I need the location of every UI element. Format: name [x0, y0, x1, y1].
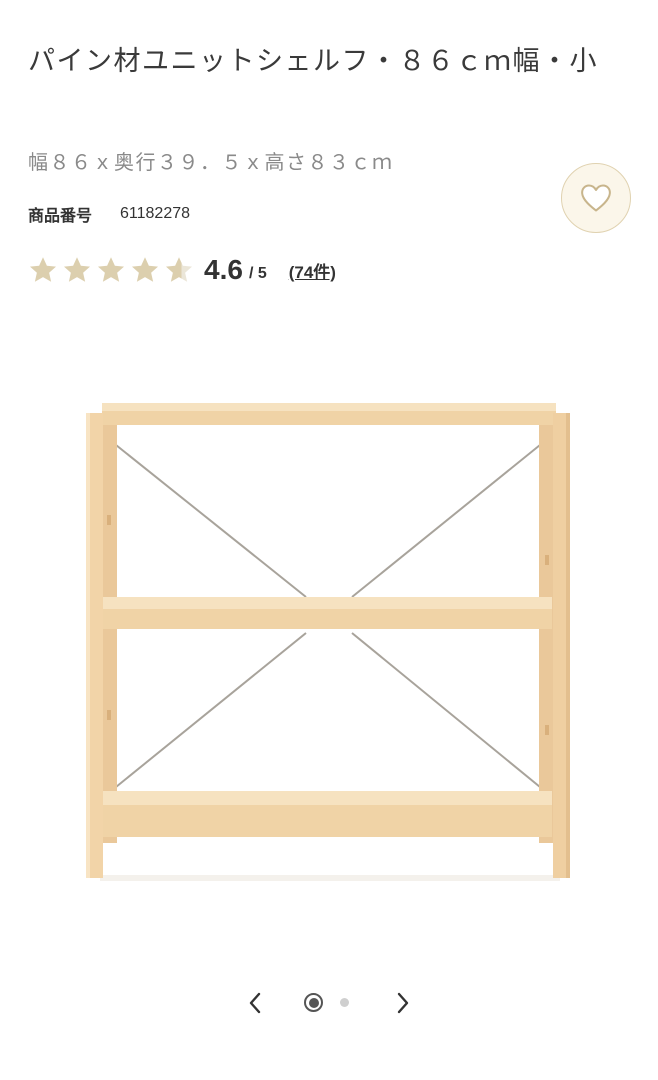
carousel-dot-active[interactable]	[304, 993, 323, 1012]
rating-stars	[28, 255, 198, 285]
rating-score: 4.6	[204, 254, 243, 285]
review-count-link[interactable]: (74件)	[289, 258, 336, 283]
product-image[interactable]	[80, 395, 580, 885]
chevron-right-icon	[397, 992, 409, 1014]
rating-row: 4.6 / 5 (74件)	[28, 250, 336, 290]
product-code-value: 61182278	[120, 205, 191, 222]
star-icon	[64, 257, 90, 282]
heart-icon	[581, 184, 611, 212]
star-icon	[30, 257, 56, 282]
carousel-prev-button[interactable]	[241, 989, 269, 1017]
star-icon	[98, 257, 124, 282]
favorite-button[interactable]	[561, 163, 631, 233]
rating-max: / 5	[248, 265, 267, 282]
star-half-icon	[166, 257, 192, 282]
product-title: パイン材ユニットシェルフ・８６ｃｍ幅・小	[28, 46, 598, 77]
star-icon	[132, 257, 158, 282]
product-dimensions: 幅８６ｘ奥行３９．５ｘ高さ８３ｃｍ	[28, 150, 394, 174]
shelf-illustration	[86, 403, 570, 881]
chevron-left-icon	[249, 992, 261, 1014]
product-code-label: 商品番号	[28, 206, 93, 225]
product-code-row: 商品番号 61182278	[28, 202, 190, 226]
image-carousel-nav	[0, 985, 658, 1021]
carousel-dot[interactable]	[340, 998, 349, 1007]
carousel-next-button[interactable]	[389, 989, 417, 1017]
